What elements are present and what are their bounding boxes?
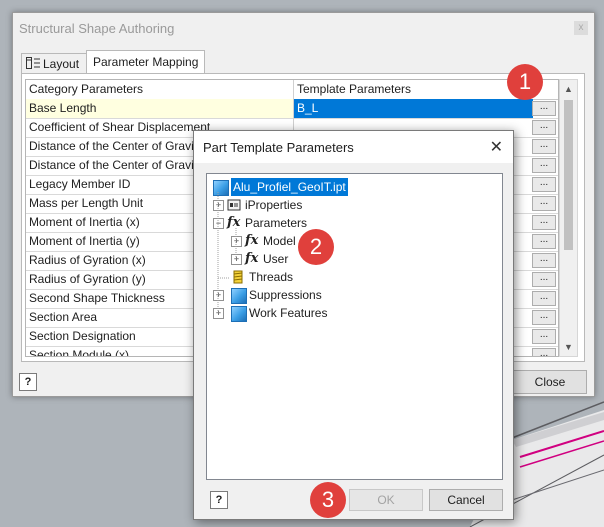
browse-button[interactable]: ... (532, 234, 556, 249)
grid-scrollbar[interactable]: ▲ ▼ (559, 79, 578, 357)
dialog-title: Part Template Parameters (203, 140, 354, 155)
close-button[interactable]: Close (513, 370, 587, 394)
layout-icon (26, 55, 40, 69)
browse-button[interactable]: ... (532, 329, 556, 344)
browse-button[interactable]: ... (532, 253, 556, 268)
tab-parameter-mapping-label: Parameter Mapping (93, 55, 199, 69)
browse-button[interactable]: ... (532, 158, 556, 173)
tab-parameter-mapping[interactable]: Parameter Mapping (86, 50, 206, 74)
column-header-template[interactable]: Template Parameters (294, 80, 533, 99)
column-header-category[interactable]: Category Parameters (26, 80, 294, 99)
callout-badge: 1 (507, 64, 543, 100)
tree-node-label: iProperties (245, 198, 303, 212)
tree-node-label: Threads (249, 270, 294, 284)
browse-button[interactable]: ... (532, 348, 556, 356)
help-icon[interactable]: ? (19, 373, 37, 391)
fx-icon: fx (245, 233, 259, 248)
table-row[interactable]: Base Length B_L... (26, 99, 558, 119)
browse-button[interactable]: ... (532, 215, 556, 230)
tree-lines (217, 192, 237, 314)
tree-node-label: Model (263, 234, 296, 248)
ok-button[interactable]: OK (349, 489, 423, 511)
browse-button[interactable]: ... (532, 101, 556, 116)
browse-button[interactable]: ... (532, 177, 556, 192)
close-icon[interactable]: x (574, 21, 588, 35)
fx-icon: fx (245, 251, 259, 266)
scroll-thumb[interactable] (564, 100, 573, 250)
browse-button[interactable]: ... (532, 272, 556, 287)
tree-node-label: Work Features (249, 306, 328, 320)
help-icon[interactable]: ? (210, 491, 228, 509)
browse-button[interactable]: ... (532, 196, 556, 211)
scroll-down-icon[interactable]: ▼ (560, 340, 577, 354)
category-cell[interactable]: Base Length (26, 99, 294, 118)
callout-badge: 3 (310, 482, 346, 518)
browse-button[interactable]: ... (532, 291, 556, 306)
scroll-up-icon[interactable]: ▲ (560, 82, 577, 96)
part-template-parameters-dialog: Part Template Parameters ✕ Alu_Profiel_G… (193, 130, 514, 520)
callout-badge: 2 (298, 229, 334, 265)
template-cell[interactable]: B_L (294, 99, 533, 118)
parameter-tree: Alu_Profiel_GeoIT.ipt + iProperties − fx… (206, 173, 503, 480)
browse-button[interactable]: ... (532, 139, 556, 154)
tree-node-label: Parameters (245, 216, 308, 230)
dialog-title: Structural Shape Authoring (19, 21, 175, 36)
tab-layout-label: Layout (43, 57, 80, 71)
tab-layout[interactable]: Layout (21, 53, 95, 74)
close-icon[interactable]: ✕ (490, 137, 503, 157)
tree-node-label: Suppressions (249, 288, 322, 302)
browse-button[interactable]: ... (532, 120, 556, 135)
dialog-titlebar: Part Template Parameters ✕ (194, 131, 513, 163)
tree-node-label: User (263, 252, 289, 266)
cancel-button[interactable]: Cancel (429, 489, 503, 511)
grid-header: Category Parameters Template Parameters (26, 80, 558, 100)
browse-button[interactable]: ... (532, 310, 556, 325)
tree-node-label: Alu_Profiel_GeoIT.ipt (231, 178, 348, 196)
